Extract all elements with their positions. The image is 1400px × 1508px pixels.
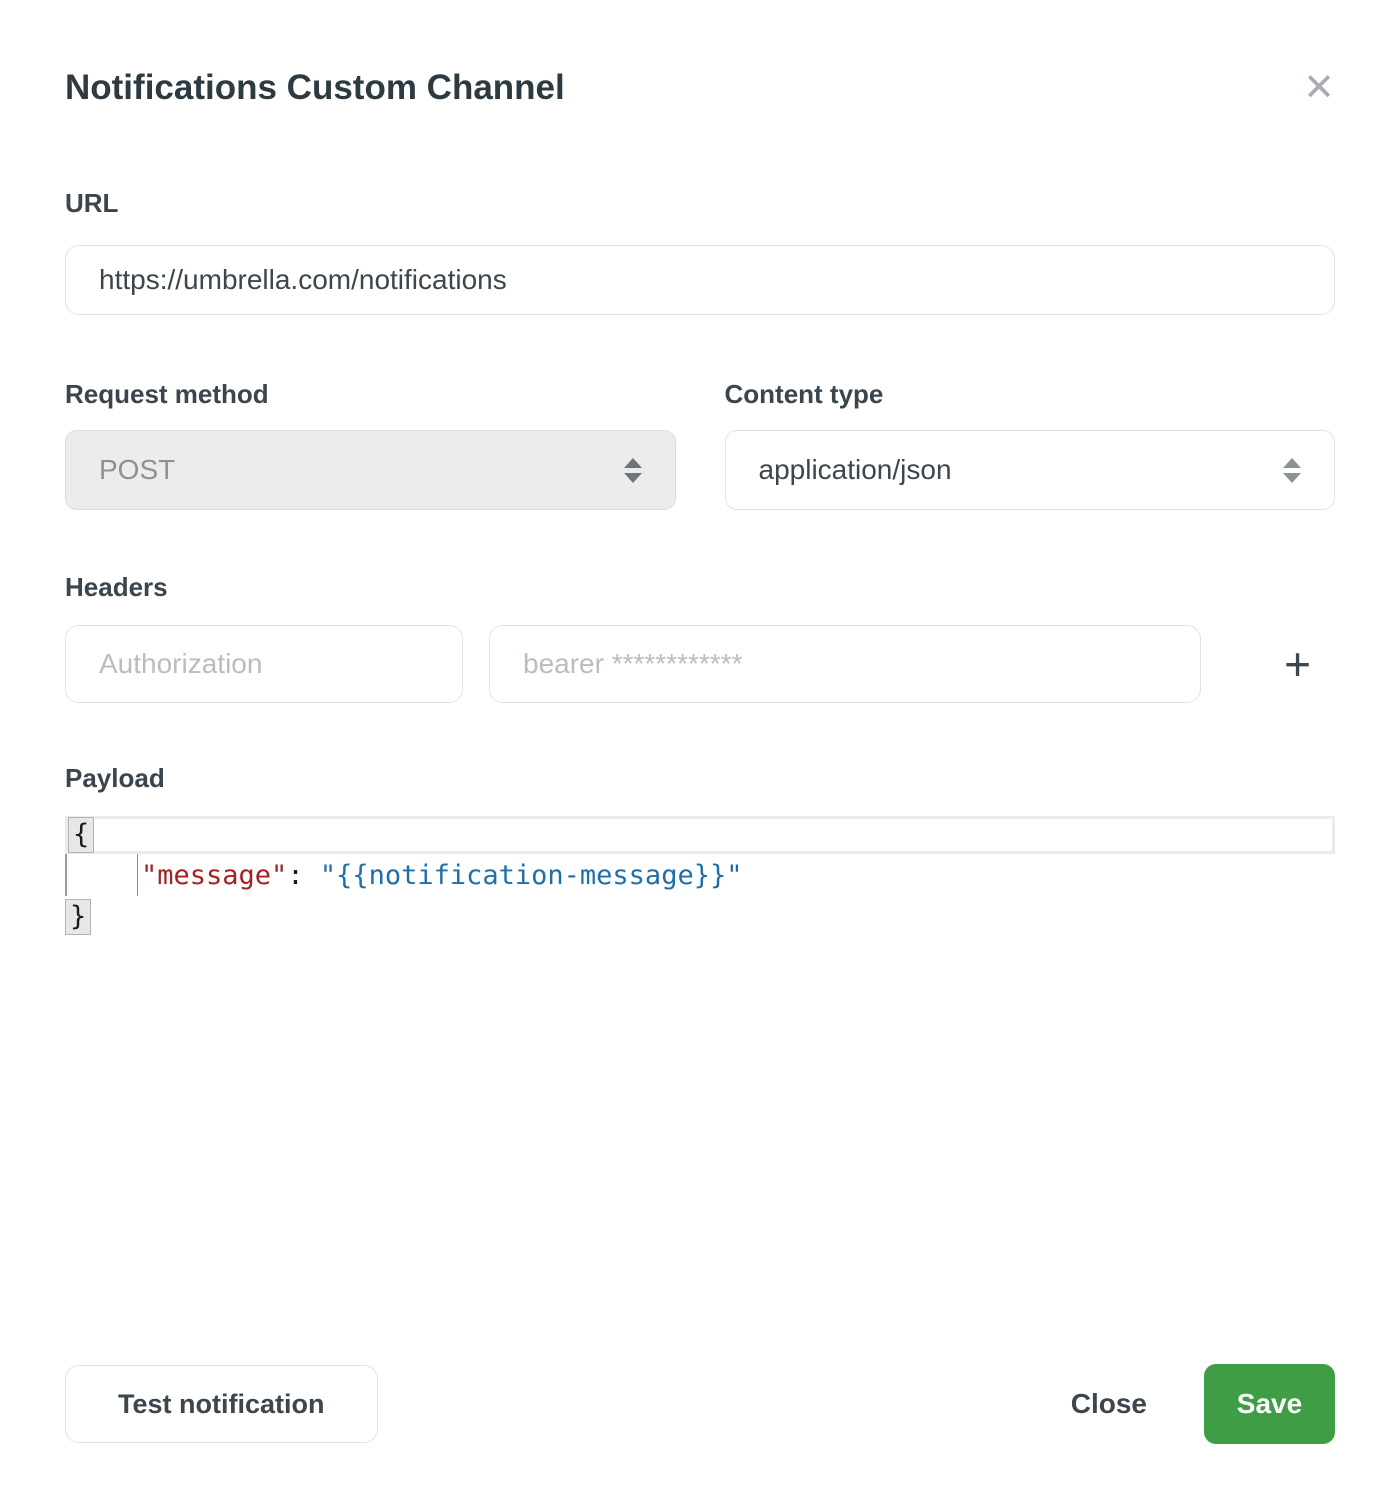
close-brace-token: } <box>65 899 91 935</box>
content-type-value: application/json <box>759 454 952 486</box>
json-value-token: "{{notification-message}}" <box>320 860 743 891</box>
url-label: URL <box>65 188 1335 219</box>
select-arrows-icon <box>1283 458 1301 483</box>
request-method-field: Request method POST <box>65 379 676 510</box>
close-icon[interactable]: ✕ <box>1299 64 1339 110</box>
code-line: } <box>65 896 1335 938</box>
header-name-input[interactable] <box>65 625 463 703</box>
method-content-row: Request method POST Content type applica… <box>65 379 1335 510</box>
request-method-value: POST <box>99 454 175 486</box>
dialog-header: Notifications Custom Channel ✕ <box>65 0 1335 108</box>
close-button[interactable]: Close <box>1071 1388 1147 1420</box>
headers-label: Headers <box>65 572 1335 603</box>
code-line: { <box>65 816 1335 854</box>
content-type-select[interactable]: application/json <box>725 430 1336 510</box>
headers-row: + <box>65 625 1335 703</box>
text-cursor <box>137 854 138 896</box>
dialog-footer: Test notification Close Save <box>65 1364 1335 1444</box>
add-header-button[interactable]: + <box>1284 641 1311 687</box>
content-type-label: Content type <box>725 379 1336 410</box>
test-notification-button[interactable]: Test notification <box>65 1365 378 1443</box>
content-type-field: Content type application/json <box>725 379 1336 510</box>
open-brace-token: { <box>68 817 94 853</box>
notifications-custom-channel-dialog: Notifications Custom Channel ✕ URL Reque… <box>0 0 1400 1508</box>
colon-token: : <box>287 860 320 891</box>
payload-code-editor[interactable]: { "message": "{{notification-message}}" … <box>65 816 1335 938</box>
json-key-token: "message" <box>141 860 287 891</box>
request-method-label: Request method <box>65 379 676 410</box>
request-method-select[interactable]: POST <box>65 430 676 510</box>
code-line: "message": "{{notification-message}}" <box>65 854 1335 896</box>
payload-label: Payload <box>65 763 1335 794</box>
select-arrows-icon <box>624 458 642 483</box>
url-input[interactable] <box>65 245 1335 315</box>
header-value-input[interactable] <box>489 625 1201 703</box>
save-button[interactable]: Save <box>1204 1364 1335 1444</box>
page-title: Notifications Custom Channel <box>65 68 1335 108</box>
